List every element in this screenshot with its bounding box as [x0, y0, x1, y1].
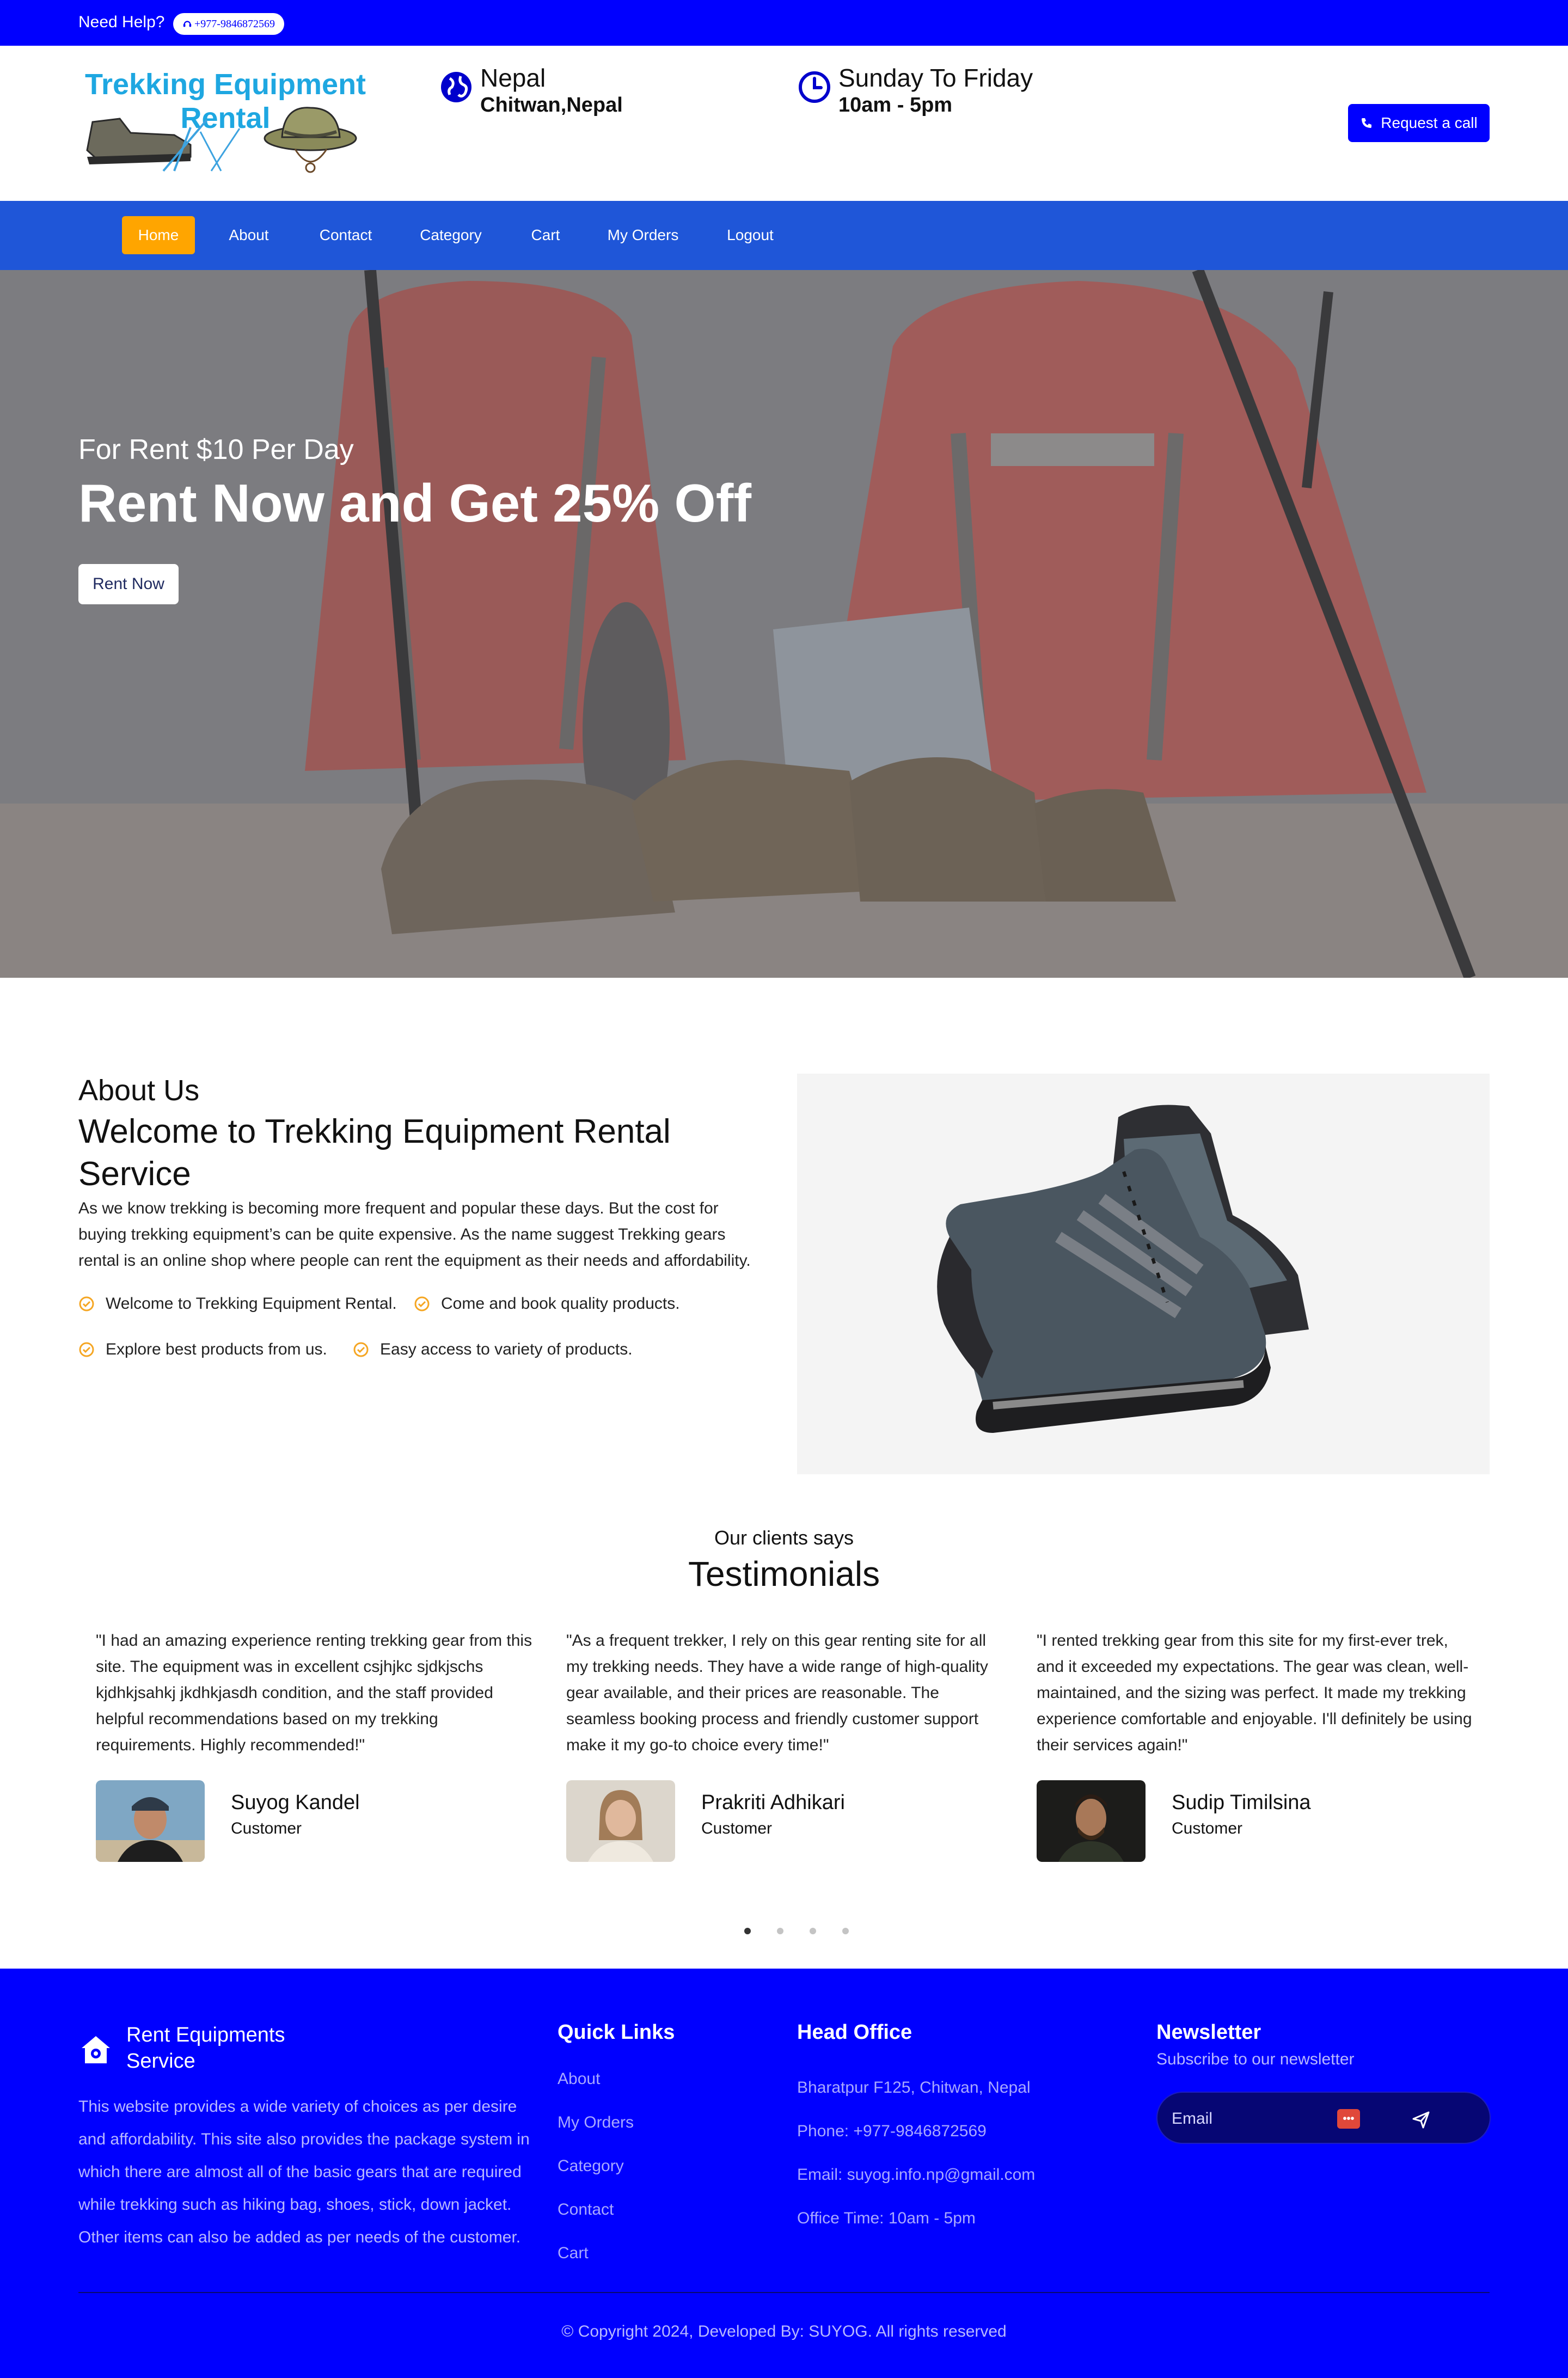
hero-background-image: [0, 270, 1568, 978]
phone-pill[interactable]: +977-9846872569: [173, 13, 284, 35]
phone-icon: [1362, 118, 1372, 128]
check-circle-icon: [79, 1296, 94, 1311]
office-address: Bharatpur F125, Chitwan, Nepal: [797, 2079, 1031, 2097]
hours-subtitle: 10am - 5pm: [838, 94, 953, 117]
testimonial-card: "I rented trekking gear from this site f…: [1037, 1628, 1478, 1862]
testimonial-name: Sudip Timilsina: [1172, 1791, 1311, 1814]
office-phone: Phone: +977-9846872569: [797, 2122, 987, 2140]
footer-link-cart[interactable]: Cart: [558, 2244, 589, 2263]
hero-title: Rent Now and Get 25% Off: [78, 473, 752, 533]
nav-item-my-orders[interactable]: My Orders: [598, 216, 688, 254]
footer-divider: [78, 2292, 1490, 2293]
about-description: As we know trekking is becoming more fre…: [78, 1199, 751, 1270]
request-call-label: Request a call: [1381, 114, 1478, 131]
header: Trekking Equipment Rental Nepal Chitwan,…: [0, 46, 1568, 201]
about-title: Welcome to Trekking Equipment Rental Ser…: [78, 1113, 671, 1193]
testimonial-card: "As a frequent trekker, I rely on this g…: [566, 1628, 1007, 1862]
main-nav: Home About Contact Category Cart My Orde…: [0, 201, 1568, 270]
location-subtitle: Chitwan,Nepal: [480, 94, 623, 117]
hiking-boots-illustration: [937, 1105, 1309, 1433]
headset-icon: [183, 21, 192, 27]
testimonial-name: Prakriti Adhikari: [701, 1791, 845, 1814]
site-logo[interactable]: Trekking Equipment Rental: [82, 68, 370, 176]
newsletter-subtitle: Subscribe to our newsletter: [1156, 2050, 1355, 2068]
avatar: [1037, 1780, 1146, 1862]
feature-item: Come and book quality products.: [414, 1295, 680, 1313]
password-manager-icon[interactable]: •••: [1337, 2109, 1360, 2129]
phone-number: +977-9846872569: [194, 17, 275, 30]
testimonial-role: Customer: [701, 1819, 773, 1837]
footer-description: This website provides a wide variety of …: [78, 2098, 530, 2246]
need-help-label: Need Help?: [78, 13, 165, 31]
feature-text: Welcome to Trekking Equipment Rental.: [106, 1295, 397, 1313]
check-circle-icon: [414, 1296, 430, 1311]
feature-text: Come and book quality products.: [441, 1295, 680, 1313]
carousel-dot-3[interactable]: [810, 1928, 816, 1934]
office-time: Office Time: 10am - 5pm: [797, 2209, 976, 2227]
testimonial-quote: "I rented trekking gear from this site f…: [1037, 1632, 1472, 1754]
testimonial-quote: "I had an amazing experience renting tre…: [96, 1632, 532, 1754]
footer: Rent Equipments Service This website pro…: [0, 1969, 1568, 2378]
nav-item-category[interactable]: Category: [409, 216, 492, 254]
logo-text-line1: Trekking Equipment: [84, 68, 366, 101]
clock-icon: [799, 71, 830, 103]
testimonial-name: Suyog Kandel: [231, 1791, 360, 1814]
newsletter-title: Newsletter: [1156, 2021, 1261, 2044]
send-icon[interactable]: [1409, 2107, 1433, 2131]
top-bar: Need Help? +977-9846872569: [0, 0, 1568, 46]
request-call-button[interactable]: Request a call: [1348, 104, 1490, 142]
feature-item: Welcome to Trekking Equipment Rental.: [78, 1295, 397, 1313]
feature-item: Explore best products from us.: [78, 1340, 327, 1359]
testimonial-quote: "As a frequent trekker, I rely on this g…: [566, 1632, 988, 1754]
office-email: Email: suyog.info.np@gmail.com: [797, 2166, 1036, 2184]
rent-now-button[interactable]: Rent Now: [78, 564, 179, 604]
avatar: [96, 1780, 205, 1862]
testimonials-title: Testimonials: [688, 1554, 880, 1593]
nav-item-contact[interactable]: Contact: [307, 216, 384, 254]
footer-link-my-orders[interactable]: My Orders: [558, 2113, 634, 2132]
head-office-title: Head Office: [797, 2021, 912, 2044]
testimonial-role: Customer: [1172, 1819, 1243, 1837]
testimonial-role: Customer: [231, 1819, 302, 1837]
check-circle-icon: [79, 1342, 94, 1357]
check-circle-icon: [353, 1342, 369, 1357]
copyright-text: © Copyright 2024, Developed By: SUYOG. A…: [561, 2322, 1007, 2340]
location-title: Nepal: [480, 64, 546, 92]
footer-brand: Rent Equipments Service: [126, 2024, 285, 2073]
home-gear-icon: [82, 2036, 110, 2063]
globe-icon: [441, 72, 471, 102]
quick-links-title: Quick Links: [558, 2021, 675, 2044]
newsletter-email-input[interactable]: [1172, 2107, 1335, 2131]
footer-link-category[interactable]: Category: [558, 2157, 624, 2175]
carousel-dot-2[interactable]: [777, 1928, 783, 1934]
avatar: [566, 1780, 675, 1862]
hero-subtitle: For Rent $10 Per Day: [78, 434, 354, 465]
feature-text: Easy access to variety of products.: [380, 1340, 633, 1358]
about-label: About Us: [78, 1074, 200, 1107]
nav-item-home[interactable]: Home: [122, 216, 195, 254]
carousel-dot-4[interactable]: [842, 1928, 849, 1934]
hero-banner: For Rent $10 Per Day Rent Now and Get 25…: [0, 270, 1568, 978]
carousel-dot-1[interactable]: [744, 1928, 751, 1934]
feature-text: Explore best products from us.: [106, 1340, 327, 1358]
hours-title: Sunday To Friday: [838, 64, 1033, 92]
about-shoe-image: [797, 1074, 1490, 1474]
newsletter-form: •••: [1156, 2092, 1491, 2144]
footer-link-about[interactable]: About: [558, 2070, 600, 2088]
testimonial-card: "I had an amazing experience renting tre…: [96, 1628, 537, 1862]
footer-link-contact[interactable]: Contact: [558, 2201, 614, 2219]
nav-item-about[interactable]: About: [216, 216, 282, 254]
testimonials-subtitle: Our clients says: [714, 1527, 854, 1549]
feature-item: Easy access to variety of products.: [353, 1340, 633, 1359]
boots-illustration: [86, 107, 357, 173]
nav-item-logout[interactable]: Logout: [713, 216, 787, 254]
nav-item-cart[interactable]: Cart: [518, 216, 573, 254]
